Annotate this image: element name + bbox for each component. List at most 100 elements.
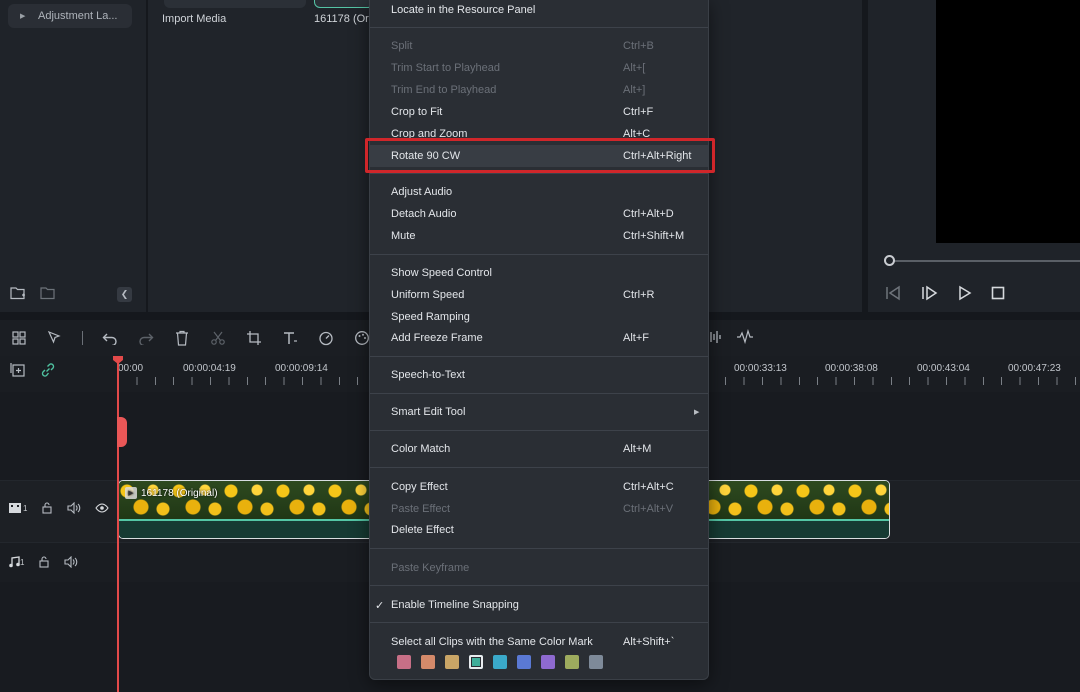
menu-item-enable-timeline-snapping[interactable]: ✓ Enable Timeline Snapping [370, 594, 708, 616]
video-track-icon: 1 [8, 502, 27, 514]
menu-item-locate[interactable]: Locate in the Resource Panel [370, 0, 708, 21]
menu-divider [370, 393, 708, 394]
track-tools [10, 362, 56, 378]
previous-frame-icon[interactable] [884, 285, 902, 301]
menu-item-split[interactable]: Split Ctrl+B [370, 35, 708, 57]
redo-icon[interactable] [137, 329, 155, 347]
select-tool-icon[interactable] [46, 329, 64, 347]
menu-item-add-freeze-frame[interactable]: Add Freeze Frame Alt+F [370, 327, 708, 349]
speed-icon[interactable] [317, 329, 335, 347]
playhead-line[interactable] [117, 356, 119, 692]
clip-title-text: 161178 (Original) [141, 487, 218, 499]
menu-item-crop-to-fit[interactable]: Crop to Fit Ctrl+F [370, 101, 708, 123]
playhead-handle[interactable] [117, 417, 127, 447]
color-swatch[interactable] [517, 655, 531, 669]
menu-item-mute[interactable]: Mute Ctrl+Shift+M [370, 225, 708, 247]
menu-item-trim-end[interactable]: Trim End to Playhead Alt+] [370, 79, 708, 101]
play-icon: ▶ [125, 487, 137, 499]
clip-thumbnail-label: 161178 (Ori [314, 13, 372, 25]
color-swatch[interactable] [541, 655, 555, 669]
menu-divider [370, 622, 708, 623]
video-track-number: 1 [23, 503, 28, 513]
add-track-icon[interactable] [10, 362, 26, 378]
timecode: 00:00:33:13 [734, 363, 787, 374]
volume-icon[interactable] [64, 556, 78, 568]
color-swatch[interactable] [421, 655, 435, 669]
color-mark-swatches [397, 655, 603, 669]
lock-icon[interactable] [41, 502, 53, 514]
menu-divider [370, 548, 708, 549]
eye-icon[interactable] [95, 502, 110, 514]
text-icon[interactable] [281, 329, 299, 347]
color-swatch[interactable] [493, 655, 507, 669]
clip-title: ▶ 161178 (Original) [125, 487, 218, 499]
delete-icon[interactable] [173, 329, 191, 347]
library-footer [10, 286, 56, 300]
scissors-icon[interactable] [209, 329, 227, 347]
color-swatch[interactable] [589, 655, 603, 669]
menu-item-delete-effect[interactable]: Delete Effect [370, 519, 708, 541]
menu-item-color-match[interactable]: Color Match Alt+M [370, 438, 708, 460]
timecode: 00:00:09:14 [275, 363, 328, 374]
audio-track-header: 1 [8, 556, 78, 568]
audio-beat-icon[interactable] [736, 329, 758, 345]
menu-item-speed-ramping[interactable]: Speed Ramping [370, 306, 708, 328]
chevron-right-icon: ▶ [20, 13, 26, 20]
menu-item-show-speed-control[interactable]: Show Speed Control [370, 262, 708, 284]
playback-controls [884, 285, 1006, 301]
chevron-left-icon: ❮ [120, 289, 129, 299]
menu-item-copy-effect[interactable]: Copy Effect Ctrl+Alt+C [370, 476, 708, 498]
menu-item-paste-effect[interactable]: Paste Effect Ctrl+Alt+V [370, 498, 708, 520]
undo-icon[interactable] [101, 329, 119, 347]
import-media-thumbnail[interactable] [164, 0, 306, 8]
preview-scrub-track[interactable] [890, 260, 1080, 262]
crop-icon[interactable] [245, 329, 263, 347]
menu-item-detach-audio[interactable]: Detach Audio Ctrl+Alt+D [370, 203, 708, 225]
menu-item-select-same-color[interactable]: Select all Clips with the Same Color Mar… [370, 631, 708, 653]
checkmark-icon: ✓ [375, 599, 385, 612]
menu-item-speech-to-text[interactable]: Speech-to-Text [370, 364, 708, 386]
next-frame-icon[interactable] [920, 285, 938, 301]
layout-icon[interactable] [10, 329, 28, 347]
adjustment-layer-item[interactable]: ▶ Adjustment La... [8, 4, 132, 28]
menu-divider [370, 585, 708, 586]
link-icon[interactable] [40, 362, 56, 378]
timeline-right-tools [706, 329, 758, 345]
menu-item-paste-keyframe[interactable]: Paste Keyframe [370, 557, 708, 579]
preview-screen [936, 0, 1080, 243]
volume-icon[interactable] [67, 502, 81, 514]
stop-icon[interactable] [990, 285, 1006, 301]
clip-thumbnail[interactable] [314, 0, 374, 8]
music-track-icon: 1 [8, 556, 24, 568]
timecode: 00:00:38:08 [825, 363, 878, 374]
menu-divider [370, 254, 708, 255]
timecode: 00:00 [118, 363, 144, 374]
import-media-label: Import Media [162, 13, 227, 25]
color-swatch[interactable] [397, 655, 411, 669]
menu-item-trim-start[interactable]: Trim Start to Playhead Alt+[ [370, 57, 708, 79]
audio-track-number: 1 [20, 557, 25, 567]
menu-item-smart-edit-tool[interactable]: Smart Edit Tool ▶ [370, 401, 708, 423]
timecode: 00:00:43:04 [917, 363, 970, 374]
menu-item-adjust-audio[interactable]: Adjust Audio [370, 181, 708, 203]
preview-scrub-knob[interactable] [884, 255, 895, 266]
menu-divider [370, 356, 708, 357]
menu-divider [370, 27, 708, 28]
lock-icon[interactable] [38, 556, 50, 568]
folder-icon[interactable] [40, 286, 56, 300]
menu-divider [370, 173, 708, 174]
new-folder-icon[interactable] [10, 286, 26, 300]
color-swatch[interactable] [469, 655, 483, 669]
video-track-header: 1 [8, 502, 110, 514]
menu-item-uniform-speed[interactable]: Uniform Speed Ctrl+R [370, 284, 708, 306]
color-swatch[interactable] [445, 655, 459, 669]
context-menu: Locate in the Resource Panel Split Ctrl+B… [369, 0, 709, 680]
toolbar-divider [82, 331, 83, 345]
play-icon[interactable] [956, 285, 972, 301]
menu-divider [370, 430, 708, 431]
color-swatch[interactable] [565, 655, 579, 669]
collapse-panel-button[interactable]: ❮ [117, 287, 132, 302]
library-panel [0, 0, 146, 312]
submenu-arrow-icon: ▶ [694, 409, 700, 416]
timecode: 00:00:47:23 [1008, 363, 1061, 374]
